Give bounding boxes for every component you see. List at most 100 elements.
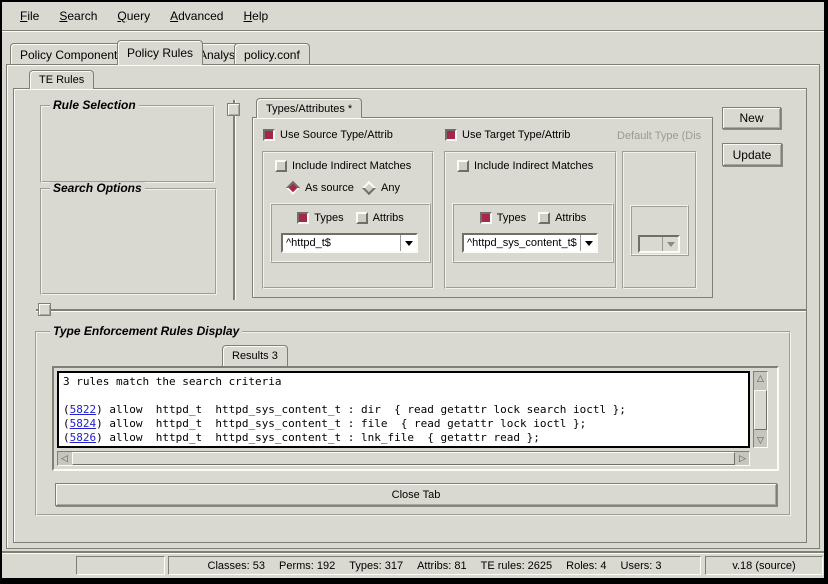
rule-link-5824[interactable]: 5824 bbox=[70, 417, 97, 430]
tab-te-rules[interactable]: TE Rules bbox=[29, 70, 94, 89]
menu-advanced-label: A bbox=[170, 9, 178, 23]
checkbox-target-indirect[interactable]: Include Indirect Matches bbox=[457, 158, 593, 174]
default-type-combobox bbox=[638, 235, 680, 253]
target-type-combobox[interactable]: ^httpd_sys_content_t$ bbox=[462, 233, 598, 253]
status-classes: Classes: 53 bbox=[208, 560, 265, 572]
scroll-down-icon[interactable]: ▽ bbox=[754, 434, 767, 447]
rule-link-5826[interactable]: 5826 bbox=[70, 431, 97, 444]
scroll-up-icon[interactable]: △ bbox=[754, 372, 767, 385]
horizontal-scrollbar-trough[interactable] bbox=[71, 452, 736, 465]
menubar: File Search Query Advanced Help bbox=[2, 2, 824, 31]
rule-selection-groupbox bbox=[40, 105, 215, 183]
default-type-label: Default Type (Disabled) bbox=[617, 130, 701, 144]
window-border-top bbox=[0, 0, 828, 2]
menu-help-label: H bbox=[243, 9, 252, 23]
rule-1-text: ) allow httpd_t httpd_sys_content_t : di… bbox=[96, 403, 626, 416]
rule-line-1: (5822) allow httpd_t httpd_sys_content_t… bbox=[63, 403, 744, 417]
checkbox-source-attribs-box bbox=[356, 212, 368, 224]
checkbox-use-source-label: Use Source Type/Attrib bbox=[280, 129, 393, 141]
radio-as-source[interactable]: As source bbox=[286, 180, 354, 196]
checkbox-source-indirect[interactable]: Include Indirect Matches bbox=[275, 158, 411, 174]
menu-search[interactable]: Search bbox=[49, 7, 107, 25]
search-options-title: Search Options bbox=[50, 182, 145, 195]
tab-results-3[interactable]: Results 3 bbox=[222, 345, 288, 366]
checkbox-target-attribs-box bbox=[538, 212, 550, 224]
rule-2-pre: ( bbox=[63, 417, 70, 430]
results-summary: 3 rules match the search criteria bbox=[63, 375, 744, 389]
checkbox-target-indirect-box bbox=[457, 160, 469, 172]
target-combo-dropdown-arrow-icon[interactable] bbox=[580, 235, 596, 251]
horizontal-sash[interactable] bbox=[36, 309, 806, 311]
tab-types-attributes[interactable]: Types/Attributes * bbox=[256, 98, 362, 118]
menu-query[interactable]: Query bbox=[107, 7, 160, 25]
checkbox-source-attribs-label: Attribs bbox=[373, 212, 404, 224]
default-combo-dropdown-arrow-icon bbox=[662, 237, 678, 251]
rule-3-pre: ( bbox=[63, 431, 70, 444]
target-type-combobox-value: ^httpd_sys_content_t$ bbox=[464, 235, 580, 251]
vertical-sash-handle[interactable] bbox=[227, 103, 240, 116]
vertical-sash[interactable] bbox=[233, 100, 235, 300]
source-types-attribs-row: Types Attribs bbox=[272, 210, 429, 226]
checkbox-source-types-box bbox=[297, 212, 309, 224]
vertical-scrollbar[interactable]: △ ▽ bbox=[753, 371, 768, 448]
horizontal-scrollbar[interactable]: ◁ ▷ bbox=[57, 451, 750, 466]
default-type-combobox-value bbox=[640, 237, 662, 251]
status-perms: Perms: 192 bbox=[279, 560, 335, 572]
menu-file-label-rest: ile bbox=[27, 9, 39, 23]
radio-as-source-label: As source bbox=[305, 182, 354, 194]
checkbox-source-types-label: Types bbox=[314, 212, 343, 224]
menu-help-label-rest: elp bbox=[252, 9, 268, 23]
apol-window: File Search Query Advanced Help Policy C… bbox=[0, 0, 828, 584]
search-options-groupbox bbox=[40, 188, 217, 295]
menu-search-label-rest: earch bbox=[67, 9, 97, 23]
tab-policy-conf[interactable]: policy.conf bbox=[234, 43, 310, 65]
status-te-rules: TE rules: 2625 bbox=[481, 560, 553, 572]
scroll-left-icon[interactable]: ◁ bbox=[58, 452, 71, 465]
scroll-right-icon[interactable]: ▷ bbox=[736, 452, 749, 465]
checkbox-use-target-box bbox=[445, 129, 457, 141]
source-type-combobox-value: ^httpd_t$ bbox=[283, 235, 400, 251]
menu-advanced[interactable]: Advanced bbox=[160, 7, 233, 25]
statusbar-separator bbox=[2, 551, 824, 553]
checkbox-source-types[interactable]: Types bbox=[297, 210, 343, 226]
checkbox-target-types[interactable]: Types bbox=[480, 210, 526, 226]
checkbox-target-attribs[interactable]: Attribs bbox=[538, 210, 586, 226]
checkbox-target-indirect-label: Include Indirect Matches bbox=[474, 160, 593, 172]
vertical-scrollbar-trough[interactable] bbox=[754, 385, 767, 434]
checkbox-use-source[interactable]: Use Source Type/Attrib bbox=[263, 127, 393, 143]
te-display-title: Type Enforcement Rules Display bbox=[50, 325, 242, 338]
close-tab-button[interactable]: Close Tab bbox=[55, 483, 777, 506]
menu-help[interactable]: Help bbox=[233, 7, 278, 25]
checkbox-source-indirect-label: Include Indirect Matches bbox=[292, 160, 411, 172]
radio-any[interactable]: Any bbox=[362, 180, 400, 196]
tab-policy-rules[interactable]: Policy Rules bbox=[117, 40, 203, 65]
rule-link-5822[interactable]: 5822 bbox=[70, 403, 97, 416]
horizontal-sash-handle[interactable] bbox=[38, 303, 51, 316]
tab-policy-components[interactable]: Policy Components bbox=[10, 43, 133, 65]
status-stats-panel: Classes: 53 Perms: 192 Types: 317 Attrib… bbox=[168, 556, 701, 575]
checkbox-source-attribs[interactable]: Attribs bbox=[356, 210, 404, 226]
status-types: Types: 317 bbox=[349, 560, 403, 572]
checkbox-target-attribs-label: Attribs bbox=[555, 212, 586, 224]
checkbox-use-target-label: Use Target Type/Attrib bbox=[462, 129, 570, 141]
status-attribs: Attribs: 81 bbox=[417, 560, 467, 572]
window-border-bottom bbox=[0, 578, 828, 584]
status-version: v.18 (source) bbox=[732, 560, 795, 572]
source-type-combobox[interactable]: ^httpd_t$ bbox=[281, 233, 418, 253]
new-button[interactable]: New bbox=[722, 107, 781, 129]
target-types-attribs-row: Types Attribs bbox=[454, 210, 612, 226]
horizontal-scrollbar-thumb[interactable] bbox=[72, 452, 735, 465]
menu-file[interactable]: File bbox=[10, 7, 49, 25]
menu-query-label: Q bbox=[117, 9, 126, 23]
checkbox-use-target[interactable]: Use Target Type/Attrib bbox=[445, 127, 570, 143]
menu-advanced-label-rest: dvanced bbox=[178, 9, 223, 23]
source-combo-dropdown-arrow-icon[interactable] bbox=[400, 235, 416, 251]
radio-as-source-diamond bbox=[286, 181, 300, 195]
checkbox-target-types-box bbox=[480, 212, 492, 224]
rule-2-text: ) allow httpd_t httpd_sys_content_t : fi… bbox=[96, 417, 586, 430]
vertical-scrollbar-thumb[interactable] bbox=[754, 390, 767, 430]
blank-line bbox=[63, 389, 744, 403]
results-text-area[interactable]: 3 rules match the search criteria (5822)… bbox=[57, 371, 750, 448]
update-button[interactable]: Update bbox=[722, 143, 782, 166]
status-empty-panel bbox=[76, 556, 165, 575]
